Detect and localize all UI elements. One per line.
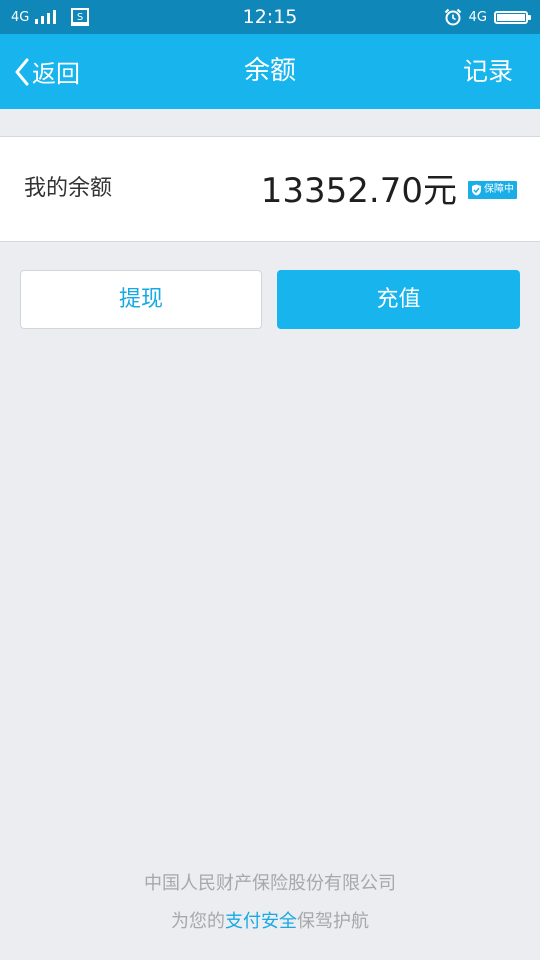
records-button[interactable]: 记录 (463, 34, 513, 109)
page-title: 余额 (243, 56, 296, 86)
shield-check-icon (472, 184, 481, 196)
protection-badge-label: 保障中 (484, 184, 514, 195)
balance-amount: 13352.70元 (260, 171, 457, 211)
battery-icon (494, 10, 531, 24)
network-type-right: 4G (468, 9, 487, 25)
balance-label: 我的余额 (24, 176, 113, 201)
slogan-suffix: 保驾护航 (297, 911, 369, 932)
status-right: 4G (444, 0, 531, 34)
insurer-name: 中国人民财产保险股份有限公司 (144, 873, 396, 894)
recharge-button[interactable]: 充值 (277, 270, 520, 329)
slogan-prefix: 为您的 (171, 911, 225, 932)
nav-bar: 返回 余额 记录 (0, 34, 540, 109)
balance-card: 我的余额 13352.70元 保障中 (0, 136, 540, 242)
alarm-icon (444, 8, 461, 26)
slogan-highlight: 支付安全 (225, 911, 297, 932)
withdraw-button[interactable]: 提现 (20, 270, 262, 329)
security-slogan: 为您的支付安全保驾护航 (0, 907, 540, 933)
status-bar: 4G S 12:15 4G (0, 0, 540, 34)
protection-badge: 保障中 (468, 181, 517, 199)
